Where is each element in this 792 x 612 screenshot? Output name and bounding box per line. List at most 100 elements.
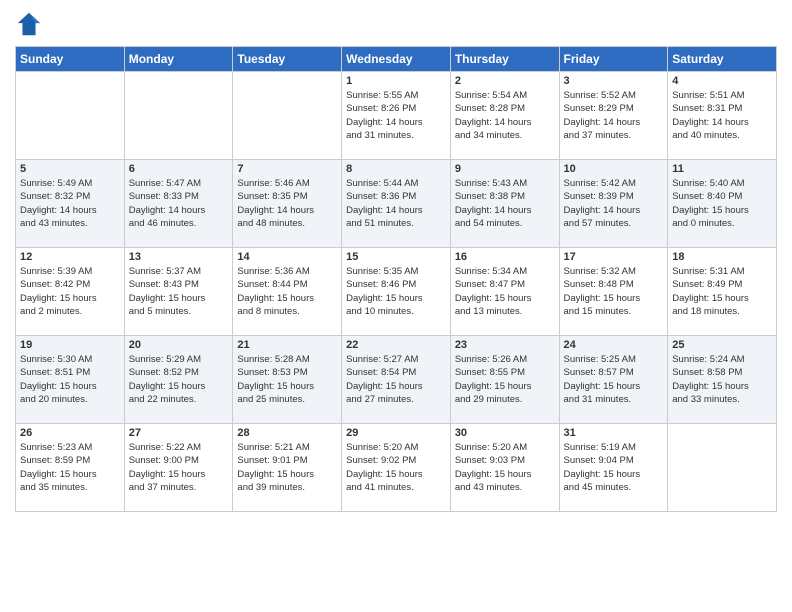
calendar-cell: 24Sunrise: 5:25 AM Sunset: 8:57 PM Dayli… [559, 336, 668, 424]
calendar-cell [668, 424, 777, 512]
day-number: 8 [346, 163, 446, 175]
day-info: Sunrise: 5:30 AM Sunset: 8:51 PM Dayligh… [20, 353, 120, 406]
day-number: 26 [20, 427, 120, 439]
day-number: 11 [672, 163, 772, 175]
day-info: Sunrise: 5:27 AM Sunset: 8:54 PM Dayligh… [346, 353, 446, 406]
day-info: Sunrise: 5:55 AM Sunset: 8:26 PM Dayligh… [346, 89, 446, 142]
day-info: Sunrise: 5:26 AM Sunset: 8:55 PM Dayligh… [455, 353, 555, 406]
day-number: 17 [564, 251, 664, 263]
day-number: 21 [237, 339, 337, 351]
calendar-cell: 3 Sunrise: 5:52 AM Sunset: 8:29 PM Daylig… [559, 72, 668, 160]
day-number: 15 [346, 251, 446, 263]
day-number: 4 [672, 75, 772, 87]
day-number: 23 [455, 339, 555, 351]
day-number: 30 [455, 427, 555, 439]
day-info: Sunrise: 5:35 AM Sunset: 8:46 PM Dayligh… [346, 265, 446, 318]
day-number: 13 [129, 251, 229, 263]
day-info: Sunrise: 5:34 AM Sunset: 8:47 PM Dayligh… [455, 265, 555, 318]
day-info: Sunrise: 5:21 AM Sunset: 9:01 PM Dayligh… [237, 441, 337, 494]
calendar-cell: 17 Sunrise: 5:32 AM Sunset: 8:48 PM Dayli… [559, 248, 668, 336]
day-number: 20 [129, 339, 229, 351]
day-number: 1 [346, 75, 446, 87]
calendar-cell: 16 Sunrise: 5:34 AM Sunset: 8:47 PM Dayli… [450, 248, 559, 336]
day-info: Sunrise: 5:37 AM Sunset: 8:43 PM Dayligh… [129, 265, 229, 318]
day-info: Sunrise: 5:44 AM Sunset: 8:36 PM Dayligh… [346, 177, 446, 230]
day-info: Sunrise: 5:19 AM Sunset: 9:04 PM Dayligh… [564, 441, 664, 494]
calendar-cell: 31 Sunrise: 5:19 AM Sunset: 9:04 PM Dayli… [559, 424, 668, 512]
calendar-cell: 13 Sunrise: 5:37 AM Sunset: 8:43 PM Dayli… [124, 248, 233, 336]
calendar-cell [16, 72, 125, 160]
calendar-cell: 20Sunrise: 5:29 AM Sunset: 8:52 PM Dayli… [124, 336, 233, 424]
calendar-cell: 22 Sunrise: 5:27 AM Sunset: 8:54 PM Dayli… [342, 336, 451, 424]
calendar-cell: 1 Sunrise: 5:55 AM Sunset: 8:26 PM Daylig… [342, 72, 451, 160]
day-info: Sunrise: 5:32 AM Sunset: 8:48 PM Dayligh… [564, 265, 664, 318]
calendar-cell: 14Sunrise: 5:36 AM Sunset: 8:44 PM Dayli… [233, 248, 342, 336]
calendar-cell: 21 Sunrise: 5:28 AM Sunset: 8:53 PM Dayli… [233, 336, 342, 424]
calendar-cell: 23 Sunrise: 5:26 AM Sunset: 8:55 PM Dayli… [450, 336, 559, 424]
calendar-cell: 9Sunrise: 5:43 AM Sunset: 8:38 PM Daylig… [450, 160, 559, 248]
day-number: 7 [237, 163, 337, 175]
day-number: 31 [564, 427, 664, 439]
day-info: Sunrise: 5:31 AM Sunset: 8:49 PM Dayligh… [672, 265, 772, 318]
calendar-cell: 5 Sunrise: 5:49 AM Sunset: 8:32 PM Daylig… [16, 160, 125, 248]
day-info: Sunrise: 5:40 AM Sunset: 8:40 PM Dayligh… [672, 177, 772, 230]
calendar-cell: 7 Sunrise: 5:46 AM Sunset: 8:35 PM Daylig… [233, 160, 342, 248]
day-info: Sunrise: 5:51 AM Sunset: 8:31 PM Dayligh… [672, 89, 772, 142]
weekday-header-row: SundayMondayTuesdayWednesdayThursdayFrid… [16, 47, 777, 72]
weekday-header-tuesday: Tuesday [233, 47, 342, 72]
weekday-header-monday: Monday [124, 47, 233, 72]
day-number: 22 [346, 339, 446, 351]
calendar-table: SundayMondayTuesdayWednesdayThursdayFrid… [15, 46, 777, 512]
calendar-cell: 27 Sunrise: 5:22 AM Sunset: 9:00 PM Dayli… [124, 424, 233, 512]
day-number: 9 [455, 163, 555, 175]
calendar-cell: 11 Sunrise: 5:40 AM Sunset: 8:40 PM Dayli… [668, 160, 777, 248]
calendar-cell [124, 72, 233, 160]
day-info: Sunrise: 5:24 AM Sunset: 8:58 PM Dayligh… [672, 353, 772, 406]
calendar-cell [233, 72, 342, 160]
day-info: Sunrise: 5:36 AM Sunset: 8:44 PM Dayligh… [237, 265, 337, 318]
day-info: Sunrise: 5:46 AM Sunset: 8:35 PM Dayligh… [237, 177, 337, 230]
header [15, 10, 777, 38]
calendar-cell: 19 Sunrise: 5:30 AM Sunset: 8:51 PM Dayli… [16, 336, 125, 424]
day-number: 29 [346, 427, 446, 439]
calendar-cell: 15 Sunrise: 5:35 AM Sunset: 8:46 PM Dayli… [342, 248, 451, 336]
logo-icon [15, 10, 43, 38]
day-number: 19 [20, 339, 120, 351]
calendar-cell: 29 Sunrise: 5:20 AM Sunset: 9:02 PM Dayli… [342, 424, 451, 512]
calendar-cell: 18 Sunrise: 5:31 AM Sunset: 8:49 PM Dayli… [668, 248, 777, 336]
calendar-cell: 30 Sunrise: 5:20 AM Sunset: 9:03 PM Dayli… [450, 424, 559, 512]
day-info: Sunrise: 5:20 AM Sunset: 9:03 PM Dayligh… [455, 441, 555, 494]
day-info: Sunrise: 5:20 AM Sunset: 9:02 PM Dayligh… [346, 441, 446, 494]
calendar-cell: 25Sunrise: 5:24 AM Sunset: 8:58 PM Dayli… [668, 336, 777, 424]
week-row-3: 12 Sunrise: 5:39 AM Sunset: 8:42 PM Dayli… [16, 248, 777, 336]
day-info: Sunrise: 5:25 AM Sunset: 8:57 PM Dayligh… [564, 353, 664, 406]
day-info: Sunrise: 5:54 AM Sunset: 8:28 PM Dayligh… [455, 89, 555, 142]
day-number: 6 [129, 163, 229, 175]
day-number: 27 [129, 427, 229, 439]
week-row-1: 1 Sunrise: 5:55 AM Sunset: 8:26 PM Daylig… [16, 72, 777, 160]
day-number: 5 [20, 163, 120, 175]
day-info: Sunrise: 5:23 AM Sunset: 8:59 PM Dayligh… [20, 441, 120, 494]
weekday-header-friday: Friday [559, 47, 668, 72]
calendar-cell: 26 Sunrise: 5:23 AM Sunset: 8:59 PM Dayli… [16, 424, 125, 512]
calendar-cell: 8 Sunrise: 5:44 AM Sunset: 8:36 PM Daylig… [342, 160, 451, 248]
logo [15, 10, 47, 38]
calendar-cell: 10Sunrise: 5:42 AM Sunset: 8:39 PM Dayli… [559, 160, 668, 248]
day-info: Sunrise: 5:28 AM Sunset: 8:53 PM Dayligh… [237, 353, 337, 406]
weekday-header-sunday: Sunday [16, 47, 125, 72]
calendar-cell: 2 Sunrise: 5:54 AM Sunset: 8:28 PM Daylig… [450, 72, 559, 160]
day-number: 2 [455, 75, 555, 87]
week-row-2: 5 Sunrise: 5:49 AM Sunset: 8:32 PM Daylig… [16, 160, 777, 248]
day-number: 16 [455, 251, 555, 263]
day-info: Sunrise: 5:47 AM Sunset: 8:33 PM Dayligh… [129, 177, 229, 230]
weekday-header-saturday: Saturday [668, 47, 777, 72]
day-number: 12 [20, 251, 120, 263]
week-row-4: 19 Sunrise: 5:30 AM Sunset: 8:51 PM Dayli… [16, 336, 777, 424]
day-info: Sunrise: 5:49 AM Sunset: 8:32 PM Dayligh… [20, 177, 120, 230]
calendar-cell: 12 Sunrise: 5:39 AM Sunset: 8:42 PM Dayli… [16, 248, 125, 336]
day-number: 18 [672, 251, 772, 263]
day-info: Sunrise: 5:52 AM Sunset: 8:29 PM Dayligh… [564, 89, 664, 142]
day-info: Sunrise: 5:39 AM Sunset: 8:42 PM Dayligh… [20, 265, 120, 318]
day-info: Sunrise: 5:22 AM Sunset: 9:00 PM Dayligh… [129, 441, 229, 494]
day-number: 3 [564, 75, 664, 87]
